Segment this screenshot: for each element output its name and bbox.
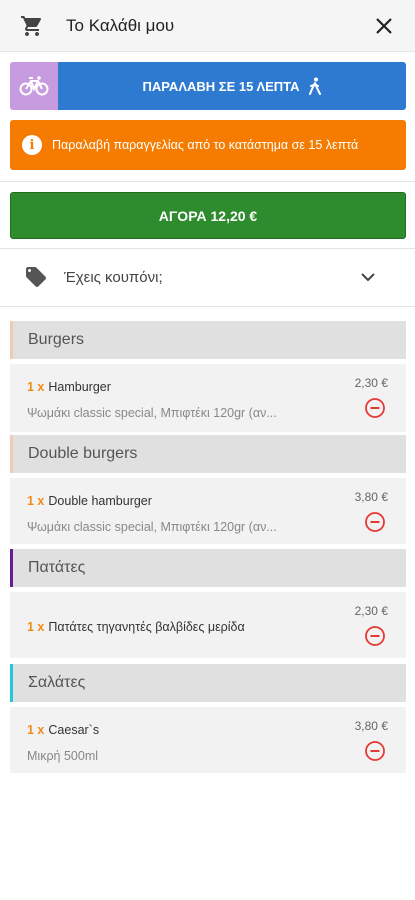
category-name: Burgers bbox=[28, 331, 85, 348]
item-qty: 1 x bbox=[27, 723, 45, 737]
cart-item: 1 x Caesar`s Μικρή 500ml 3,80 € bbox=[10, 707, 406, 773]
item-desc: Ψωμάκι classic special, Μπιφτέκι 120gr (… bbox=[27, 406, 277, 420]
pickup-button[interactable]: ΠΑΡΑΛΑΒΗ ΣΕ 15 ΛΕΠΤΑ bbox=[58, 62, 406, 110]
item-name: Πατάτες τηγανητές βαλβίδες μερίδα bbox=[48, 620, 245, 634]
item-title: 1 x Double hamburger bbox=[27, 494, 152, 508]
category-header-salads: Σαλάτες bbox=[10, 664, 406, 702]
close-icon[interactable] bbox=[372, 14, 396, 38]
category-header-fries: Πατάτες bbox=[10, 549, 406, 587]
coupon-label: Έχεις κουπόνι; bbox=[64, 269, 163, 286]
cart-title: Το Καλάθι μου bbox=[66, 16, 175, 35]
checkout-button[interactable]: ΑΓΟΡΑ 12,20 € bbox=[10, 192, 406, 239]
pickup-notice: i Παραλαβή παραγγελίας από το κατάστημα … bbox=[10, 120, 406, 170]
item-desc: Ψωμάκι classic special, Μπιφτέκι 120gr (… bbox=[27, 520, 277, 534]
category-accent bbox=[10, 664, 13, 702]
checkout-label: ΑΓΟΡΑ 12,20 € bbox=[158, 207, 258, 224]
remove-item-icon[interactable] bbox=[364, 625, 386, 647]
remove-item-icon[interactable] bbox=[364, 397, 386, 419]
cart-item: 1 x Hamburger Ψωμάκι classic special, Μπι… bbox=[10, 364, 406, 432]
item-qty: 1 x bbox=[27, 494, 45, 508]
notice-text: Παραλαβή παραγγελίας από το κατάστημα σε… bbox=[52, 138, 359, 152]
item-price: 3,80 € bbox=[354, 490, 388, 504]
item-name: Caesar`s bbox=[48, 723, 100, 737]
item-price: 2,30 € bbox=[354, 376, 388, 390]
category-name: Double burgers bbox=[28, 445, 138, 462]
walking-icon bbox=[308, 77, 321, 95]
category-accent bbox=[10, 435, 13, 473]
cart-header: Το Καλάθι μου bbox=[0, 0, 415, 52]
remove-item-icon[interactable] bbox=[364, 511, 386, 533]
remove-item-icon[interactable] bbox=[364, 740, 386, 762]
divider bbox=[0, 306, 415, 307]
cart-item: 1 x Double hamburger Ψωμάκι classic speci… bbox=[10, 478, 406, 544]
item-desc: Μικρή 500ml bbox=[27, 749, 99, 763]
divider bbox=[0, 248, 415, 249]
category-header-double-burgers: Double burgers bbox=[10, 435, 406, 473]
pickup-mode-bar: ΠΑΡΑΛΑΒΗ ΣΕ 15 ΛΕΠΤΑ bbox=[10, 62, 406, 110]
item-name: Double hamburger bbox=[48, 494, 152, 508]
pickup-label: ΠΑΡΑΛΑΒΗ ΣΕ 15 ΛΕΠΤΑ bbox=[142, 78, 300, 94]
delivery-toggle-button[interactable] bbox=[10, 62, 58, 110]
item-qty: 1 x bbox=[27, 380, 45, 394]
category-accent bbox=[10, 321, 13, 359]
divider bbox=[0, 181, 415, 182]
item-title: 1 x Hamburger bbox=[27, 380, 111, 394]
info-icon: i bbox=[22, 135, 42, 155]
item-name: Hamburger bbox=[48, 380, 111, 394]
item-price: 2,30 € bbox=[354, 604, 388, 618]
item-title: 1 x Πατάτες τηγανητές βαλβίδες μερίδα bbox=[27, 620, 245, 634]
item-qty: 1 x bbox=[27, 620, 45, 634]
cart-item: 1 x Πατάτες τηγανητές βαλβίδες μερίδα 2,3… bbox=[10, 592, 406, 658]
category-name: Πατάτες bbox=[28, 559, 86, 576]
category-header-burgers: Burgers bbox=[10, 321, 406, 359]
category-accent bbox=[10, 549, 13, 587]
cart-icon bbox=[21, 16, 42, 36]
tag-icon bbox=[26, 267, 46, 287]
bicycle-icon bbox=[19, 76, 49, 96]
item-price: 3,80 € bbox=[354, 719, 388, 733]
chevron-down-icon bbox=[361, 273, 375, 282]
item-title: 1 x Caesar`s bbox=[27, 723, 99, 737]
category-name: Σαλάτες bbox=[28, 674, 86, 691]
coupon-toggle[interactable]: Έχεις κουπόνι; bbox=[0, 252, 415, 302]
